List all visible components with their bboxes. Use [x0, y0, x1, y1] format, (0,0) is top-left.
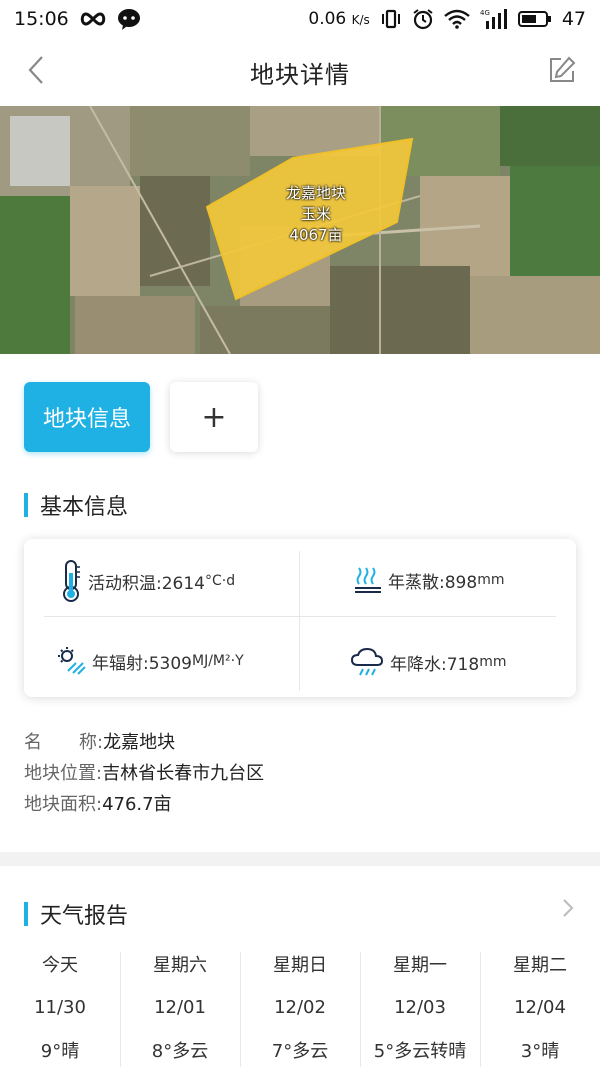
- forecast-date: 11/30: [34, 997, 86, 1018]
- plus-icon: +: [201, 399, 227, 435]
- forecast-date: 12/03: [394, 997, 446, 1018]
- forecast-date: 12/04: [514, 997, 566, 1018]
- infinity-icon: [79, 11, 107, 27]
- weather-forecast: 今天 11/30 9°晴 星期六 12/01 8°多云 星期日 12/02 7°…: [0, 944, 600, 1067]
- forecast-condition: 9°晴: [40, 1041, 80, 1062]
- name-key: 名称:: [24, 731, 104, 753]
- vibrate-icon: [380, 8, 402, 30]
- forecast-condition: 7°多云: [271, 1041, 329, 1062]
- plot-tabs: 地块信息 +: [24, 382, 258, 452]
- status-time: 15:06: [14, 8, 69, 30]
- forecast-weekday: 星期日: [273, 955, 327, 976]
- svg-text:4G: 4G: [480, 9, 490, 17]
- forecast-weekday: 今天: [42, 955, 78, 976]
- name-value: 龙嘉地块: [103, 731, 176, 753]
- annual-evapotranspiration: 年蒸散:898 mm: [354, 566, 504, 594]
- back-button[interactable]: [18, 54, 54, 90]
- plot-map[interactable]: 龙嘉地块 玉米 4067亩: [0, 106, 600, 354]
- edit-button[interactable]: [544, 54, 580, 90]
- forecast-date: 12/01: [154, 997, 206, 1018]
- chevron-left-icon: [26, 54, 46, 90]
- forecast-day: 星期六 12/01 8°多云: [120, 944, 240, 1067]
- evaporation-icon: [354, 566, 382, 594]
- section-accent-bar: [24, 902, 28, 926]
- info-row-area: 地块面积: 476.7亩: [24, 787, 264, 818]
- area-value: 476.7亩: [102, 793, 172, 815]
- status-bar: 15:06 0.06 K/s 4G 47: [0, 0, 600, 38]
- radiation-icon: [58, 647, 86, 675]
- network-speed: 0.06 K/s: [308, 9, 370, 29]
- tab-plot-info[interactable]: 地块信息: [24, 382, 150, 452]
- plot-info-list: 名称: 龙嘉地块 地块位置: 吉林省长春市九台区 地块面积: 476.7亩: [24, 725, 264, 818]
- plot-name: 龙嘉地块: [285, 184, 346, 202]
- section-divider: [0, 852, 600, 866]
- forecast-condition: 8°多云: [151, 1041, 209, 1062]
- forecast-day: 今天 11/30 9°晴: [0, 944, 120, 1067]
- plot-label: 龙嘉地块 玉米 4067亩: [266, 183, 366, 246]
- section-accent-bar: [24, 493, 28, 517]
- climate-card: 活动积温:2614 °C·d 年蒸散:898 mm 年辐射:5309 MJ/M²·Y …: [24, 539, 576, 697]
- forecast-weekday: 星期六: [153, 955, 207, 976]
- signal-4g-icon: 4G: [480, 8, 508, 30]
- location-value: 吉林省长春市九台区: [102, 762, 265, 784]
- basic-info-title: 基本信息: [40, 495, 129, 520]
- thermometer-icon: [60, 559, 82, 603]
- basic-info-header: 基本信息: [24, 489, 128, 521]
- wechat-icon: [117, 8, 141, 30]
- add-tab-button[interactable]: +: [170, 382, 258, 452]
- info-row-name: 名称: 龙嘉地块: [24, 725, 264, 756]
- area-key: 地块面积:: [24, 793, 103, 815]
- forecast-day: 星期一 12/03 5°多云转晴: [360, 944, 480, 1067]
- accumulated-temp: 活动积温:2614 °C·d: [60, 559, 235, 603]
- plot-crop: 玉米: [300, 205, 331, 223]
- forecast-weekday: 星期一: [393, 955, 447, 976]
- battery-icon: [517, 10, 552, 28]
- edit-icon: [547, 55, 577, 89]
- forecast-weekday: 星期二: [513, 955, 567, 976]
- weather-more-button[interactable]: [556, 896, 580, 924]
- forecast-condition: 3°晴: [520, 1041, 560, 1062]
- forecast-day: 星期日 12/02 7°多云: [240, 944, 360, 1067]
- forecast-day: 星期二 12/04 3°晴: [480, 944, 600, 1067]
- weather-header: 天气报告: [24, 898, 128, 930]
- location-key: 地块位置:: [24, 762, 103, 784]
- rain-cloud-icon: [350, 647, 384, 677]
- info-row-location: 地块位置: 吉林省长春市九台区: [24, 756, 264, 787]
- page-title: 地块详情: [250, 60, 350, 89]
- alarm-icon: [412, 8, 434, 30]
- forecast-date: 12/02: [274, 997, 326, 1018]
- nav-bar: 地块详情: [0, 38, 600, 106]
- weather-title: 天气报告: [40, 904, 129, 929]
- forecast-condition: 5°多云转晴: [373, 1041, 467, 1062]
- annual-radiation: 年辐射:5309 MJ/M²·Y: [58, 647, 244, 675]
- chevron-right-icon: [561, 897, 575, 923]
- annual-precipitation: 年降水:718 mm: [350, 647, 506, 677]
- plot-area: 4067亩: [289, 226, 343, 244]
- wifi-icon: [444, 9, 470, 29]
- battery-level: 47: [561, 8, 586, 30]
